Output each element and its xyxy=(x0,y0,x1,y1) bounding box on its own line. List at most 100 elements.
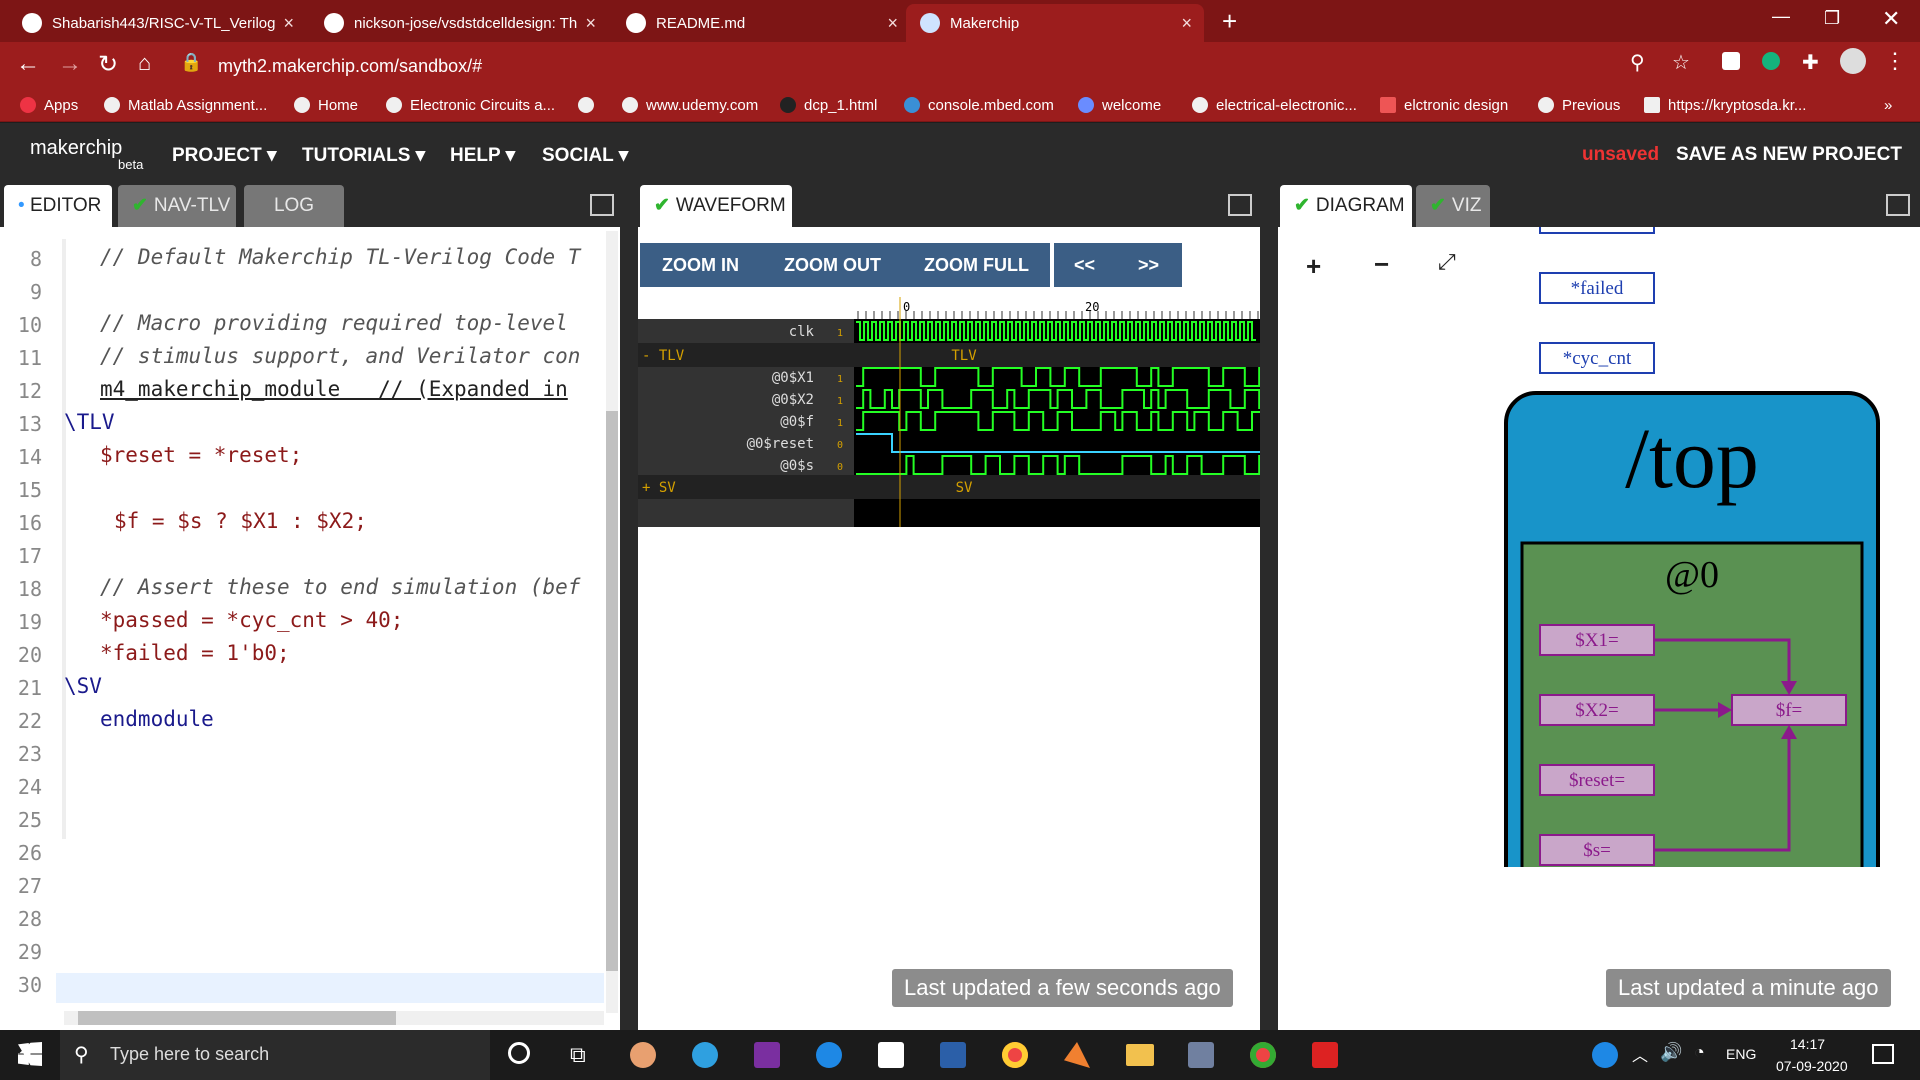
bookmark[interactable]: Apps xyxy=(20,88,78,122)
nav-help[interactable]: HELP ▾ xyxy=(450,144,515,167)
horizontal-scrollbar[interactable] xyxy=(64,1011,604,1025)
matlab-icon[interactable] xyxy=(1064,1042,1090,1068)
devc-icon[interactable] xyxy=(940,1042,966,1068)
code-line[interactable]: $reset = *reset; xyxy=(100,443,302,467)
help-icon[interactable] xyxy=(816,1042,842,1068)
new-tab-icon[interactable]: + xyxy=(1222,6,1237,37)
bookmark[interactable]: console.mbed.com xyxy=(904,88,1054,122)
cortana-icon[interactable] xyxy=(508,1042,530,1064)
nav-project[interactable]: PROJECT ▾ xyxy=(172,144,277,167)
code-line[interactable]: \TLV xyxy=(64,410,115,434)
bookmark[interactable]: Home xyxy=(294,88,358,122)
language-indicator[interactable]: ENG xyxy=(1726,1046,1756,1062)
close-icon[interactable]: × xyxy=(1181,13,1192,34)
diagram-canvas[interactable]: *failed *cyc_cnt /top @0 $X1= $X2= $rese… xyxy=(1278,227,1920,867)
vertical-scrollbar[interactable] xyxy=(606,231,618,1013)
code-line[interactable]: *passed = *cyc_cnt > 40; xyxy=(100,608,403,632)
clock-date[interactable]: 07-09-2020 xyxy=(1776,1058,1848,1074)
tab-log[interactable]: LOG xyxy=(244,185,344,227)
taskbar-app-icon[interactable] xyxy=(1188,1042,1214,1068)
bookmark[interactable]: Previous xyxy=(1538,88,1620,122)
onenote-icon[interactable] xyxy=(754,1042,780,1068)
store-icon[interactable] xyxy=(878,1042,904,1068)
bookmark[interactable]: welcome xyxy=(1078,88,1161,122)
scroll-left-button[interactable]: << xyxy=(1074,255,1095,276)
bookmark[interactable]: Electronic Circuits a... xyxy=(386,88,555,122)
nav-social[interactable]: SOCIAL ▾ xyxy=(542,144,628,167)
signal-name[interactable]: clk xyxy=(789,324,815,340)
signal-name[interactable]: + SV xyxy=(642,480,676,496)
close-icon[interactable]: × xyxy=(887,13,898,34)
forward-icon[interactable]: → xyxy=(58,50,82,78)
search-box[interactable]: ⚲ Type here to search xyxy=(60,1030,490,1080)
code-line[interactable]: // Assert these to end simulation (bef xyxy=(100,575,580,599)
signal-name[interactable]: @0$X2 xyxy=(772,392,814,408)
home-icon[interactable]: ⌂ xyxy=(138,50,151,76)
restore-icon[interactable]: ❐ xyxy=(1824,8,1840,29)
bookmark[interactable]: https://kryptosda.kr... xyxy=(1644,88,1806,122)
chrome-icon[interactable] xyxy=(1002,1042,1028,1068)
bookmark[interactable]: www.udemy.com xyxy=(622,88,758,122)
back-icon[interactable]: ← xyxy=(16,50,40,78)
help-icon[interactable] xyxy=(1592,1042,1618,1068)
code-line[interactable]: // Macro providing required top-level xyxy=(100,311,568,335)
wifi-icon[interactable]: ◔ xyxy=(1694,1042,1705,1063)
code-line[interactable]: // Default Makerchip TL-Verilog Code T xyxy=(100,245,580,269)
more-bookmarks-icon[interactable]: » xyxy=(1884,88,1892,122)
minimize-icon[interactable]: — xyxy=(1772,6,1790,27)
code-line[interactable]: m4_makerchip_module // (Expanded in xyxy=(100,377,568,401)
windows-start-icon[interactable] xyxy=(18,1042,42,1066)
close-icon[interactable]: × xyxy=(585,13,596,34)
signal-name[interactable]: @0$f xyxy=(780,414,814,430)
logo[interactable]: makerchip xyxy=(30,137,122,160)
chrome-icon[interactable] xyxy=(1250,1042,1276,1068)
save-as-new-project-button[interactable]: SAVE AS NEW PROJECT xyxy=(1676,144,1902,166)
signal-name[interactable]: @0$reset xyxy=(747,436,814,452)
zoom-out-button[interactable]: ZOOM OUT xyxy=(784,255,881,276)
bookmark[interactable] xyxy=(578,88,602,122)
tray-chevron-icon[interactable]: ︿ xyxy=(1632,1042,1648,1066)
browser-tab-active[interactable]: Makerchip × xyxy=(906,4,1204,42)
code-line[interactable]: $f = $s ? $X1 : $X2; xyxy=(114,509,367,533)
code-editor[interactable]: 8 // Default Makerchip TL-Verilog Code T 9… xyxy=(0,227,620,1030)
bookmark[interactable]: elctronic design xyxy=(1380,88,1508,122)
bookmark[interactable]: Matlab Assignment... xyxy=(104,88,267,122)
splitter[interactable] xyxy=(620,183,638,1030)
window-close-icon[interactable]: ✕ xyxy=(1882,6,1900,32)
signal-name[interactable]: @0$X1 xyxy=(772,370,814,386)
volume-icon[interactable]: 🔊 xyxy=(1660,1042,1682,1063)
browser-tab[interactable]: nickson-jose/vsdstdcelldesign: Th × xyxy=(310,4,608,42)
notifications-icon[interactable] xyxy=(1872,1044,1894,1064)
code-line[interactable]: endmodule xyxy=(100,707,214,731)
edge-icon[interactable] xyxy=(692,1042,718,1068)
task-view-icon[interactable]: ⧉ xyxy=(570,1042,586,1068)
scroll-right-button[interactable]: >> xyxy=(1138,255,1159,276)
split-view-icon[interactable] xyxy=(1886,194,1910,216)
tab-waveform[interactable]: ✔ WAVEFORM xyxy=(640,185,792,227)
bookmark[interactable]: dcp_1.html xyxy=(780,88,877,122)
taskbar-app-icon[interactable] xyxy=(630,1042,656,1068)
url-field[interactable]: myth2.makerchip.com/sandbox/# xyxy=(218,50,1920,82)
reload-icon[interactable]: ↻ xyxy=(98,50,118,79)
code-line[interactable]: // stimulus support, and Verilator con xyxy=(100,344,580,368)
signal-name[interactable]: @0$s xyxy=(780,458,814,474)
folder-icon[interactable] xyxy=(1126,1044,1154,1066)
split-view-icon[interactable] xyxy=(590,194,614,216)
signal-name[interactable]: - TLV xyxy=(642,348,685,364)
tab-editor[interactable]: • EDITOR xyxy=(4,185,112,227)
browser-tab[interactable]: README.md × xyxy=(612,4,910,42)
tab-diagram[interactable]: ✔ DIAGRAM xyxy=(1280,185,1412,227)
tab-nav-tlv[interactable]: ✔ NAV-TLV xyxy=(118,185,236,227)
browser-tab[interactable]: Shabarish443/RISC-V-TL_Verilog × xyxy=(8,4,306,42)
split-view-icon[interactable] xyxy=(1228,194,1252,216)
splitter[interactable] xyxy=(1260,183,1278,1030)
waveform-viewer[interactable]: 0 20 clk 1 - TLV TLV @0$X1 1 @0$X2 1 @0$f 1 @0$rese… xyxy=(638,297,1260,527)
nav-tutorials[interactable]: TUTORIALS ▾ xyxy=(302,144,425,167)
code-line[interactable]: *failed = 1'b0; xyxy=(100,641,290,665)
code-line[interactable]: \SV xyxy=(64,674,102,698)
zoom-in-button[interactable]: ZOOM IN xyxy=(662,255,739,276)
tab-viz[interactable]: ✔ VIZ xyxy=(1416,185,1490,227)
bookmark[interactable]: electrical-electronic... xyxy=(1192,88,1357,122)
close-icon[interactable]: × xyxy=(283,13,294,34)
zoom-full-button[interactable]: ZOOM FULL xyxy=(924,255,1029,276)
